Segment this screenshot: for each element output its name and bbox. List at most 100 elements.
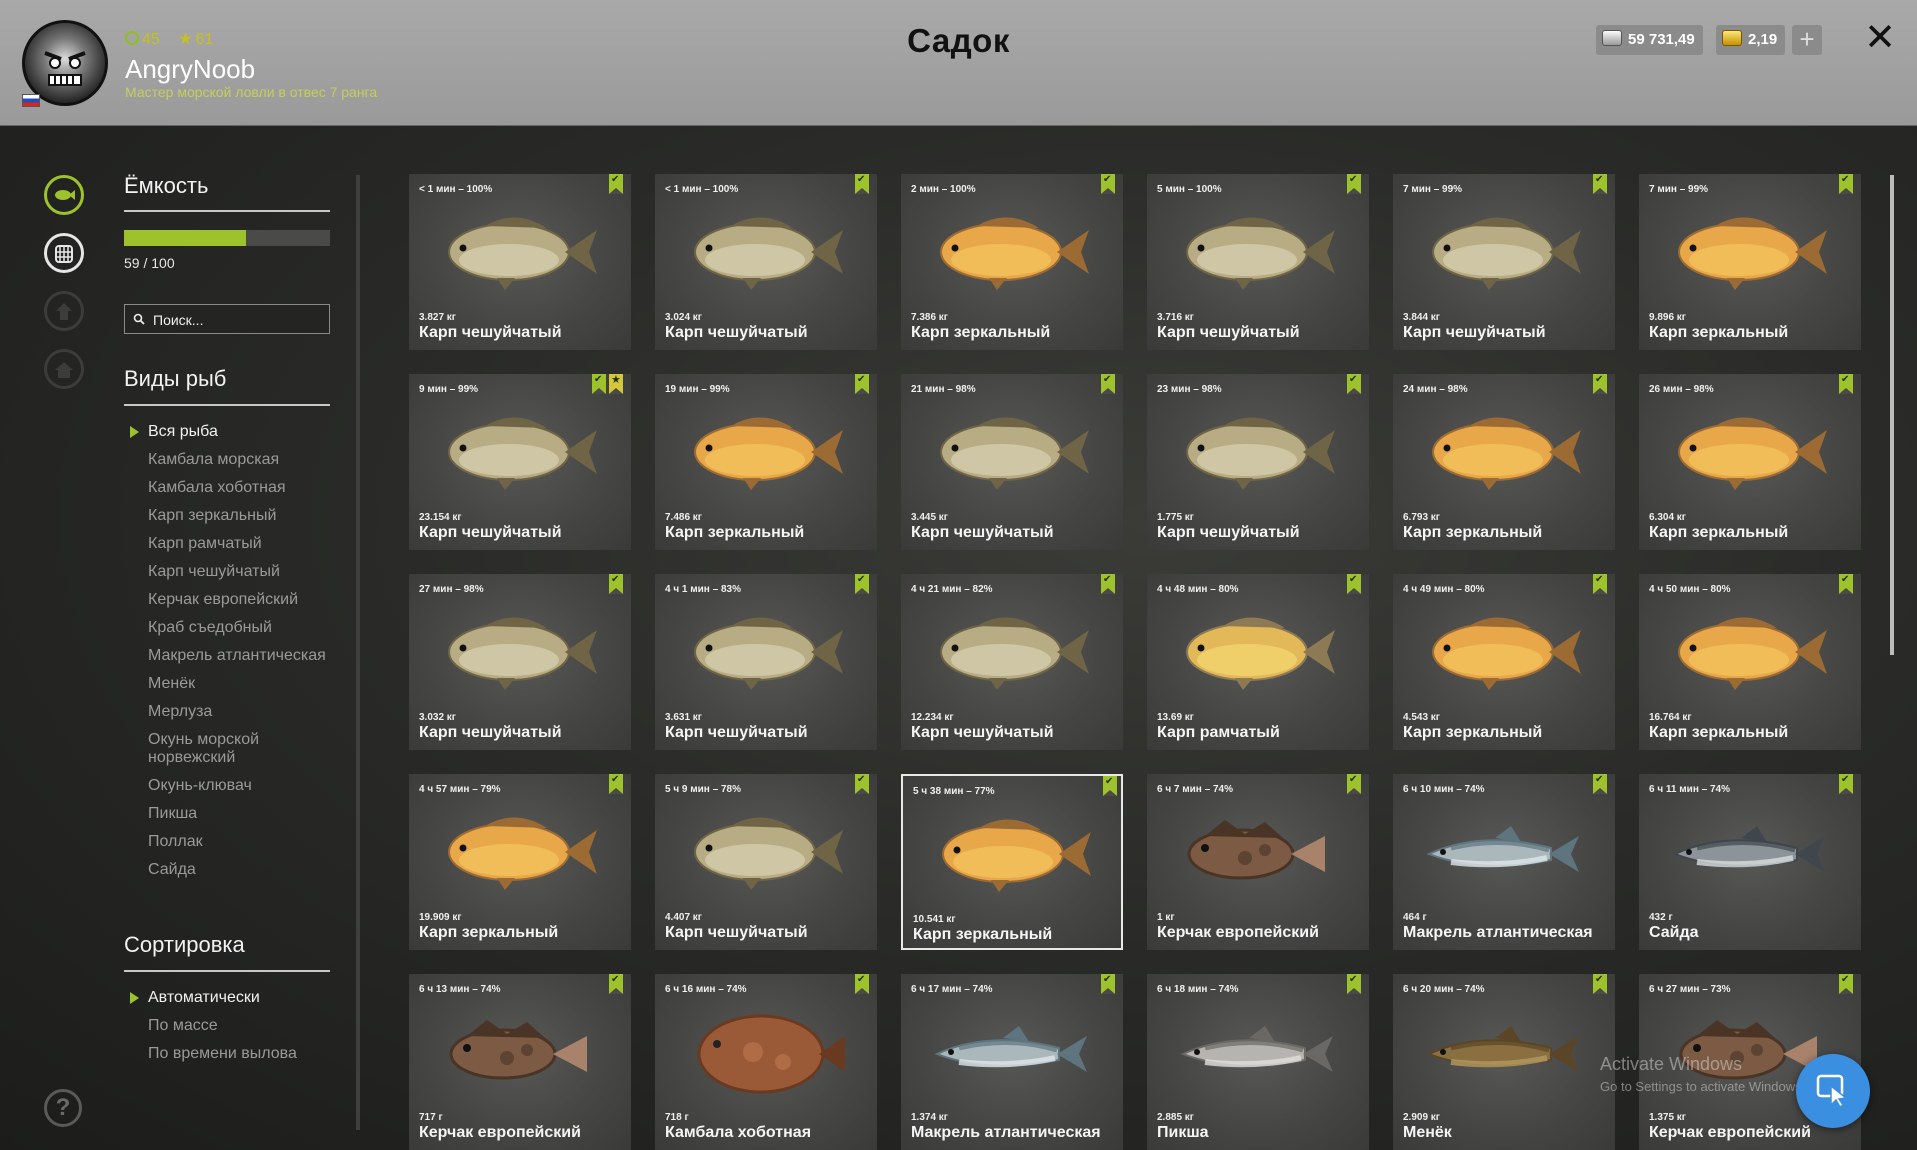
fish-card[interactable]: 23 мин – 98% ✔ 1.775 кг Карп чешуйчатый [1147, 374, 1369, 550]
fish-card[interactable]: 6 ч 17 мин – 74% ✔ 1.374 кг Макрель атланти… [901, 974, 1123, 1150]
bookmark-check-icon[interactable]: ✔ [609, 174, 623, 194]
bookmark-check-icon[interactable]: ✔ [1103, 776, 1117, 796]
tusk-fish-icon [1411, 1002, 1597, 1107]
search-field[interactable] [124, 304, 330, 334]
silver-amount: 59 731,49 [1628, 31, 1695, 48]
fish-card[interactable]: 6 ч 7 мин – 74% ✔ 1 кг Керчак европейский [1147, 774, 1369, 950]
fish-card[interactable]: 6 ч 13 мин – 74% ✔ 717 г Керчак европейский [409, 974, 631, 1150]
sort-option-item[interactable]: По времени вылова [148, 1045, 338, 1063]
fish-card[interactable]: 4 ч 21 мин – 82% ✔ 12.234 кг Карп чешуйчаты… [901, 574, 1123, 750]
add-currency-button[interactable]: + [1792, 25, 1822, 55]
species-filter-item[interactable]: Карп рамчатый [148, 535, 338, 553]
bookmark-check-icon[interactable]: ✔ [592, 374, 606, 394]
fish-card[interactable]: 4 ч 48 мин – 80% ✔ 13.69 кг Карп рамчатый [1147, 574, 1369, 750]
carp-scaled-fish-icon [919, 602, 1105, 707]
fish-card[interactable]: 4 ч 50 мин – 80% ✔ 16.764 кг Карп зеркальны… [1639, 574, 1861, 750]
bookmark-check-icon[interactable]: ✔ [1839, 374, 1853, 394]
bookmark-check-icon[interactable]: ✔ [609, 574, 623, 594]
tab-home[interactable] [44, 349, 84, 389]
bookmark-check-icon[interactable]: ✔ [1347, 374, 1361, 394]
fish-card[interactable]: 19 мин – 99% ✔ 7.486 кг Карп зеркальный [655, 374, 877, 550]
species-filter-item[interactable]: Сайда [148, 861, 338, 879]
bookmark-check-icon[interactable]: ✔ [1347, 174, 1361, 194]
bookmark-check-icon[interactable]: ✔ [1101, 374, 1115, 394]
species-filter-item[interactable]: Окунь морской норвежский [148, 731, 338, 767]
species-filter-item[interactable]: Окунь-клювач [148, 777, 338, 795]
fish-card[interactable]: 24 мин – 98% ✔ 6.793 кг Карп зеркальный [1393, 374, 1615, 550]
species-filter-item[interactable]: Камбала хоботная [148, 479, 338, 497]
species-filter-item[interactable]: Камбала морская [148, 451, 338, 469]
fish-card[interactable]: 6 ч 10 мин – 74% ✔ 464 г Макрель атлантичес… [1393, 774, 1615, 950]
bookmark-check-icon[interactable]: ✔ [609, 974, 623, 994]
bookmark-star-icon[interactable]: ★ [609, 374, 623, 394]
search-input[interactable] [151, 309, 325, 331]
fish-weight: 2.885 кг [1157, 1112, 1194, 1123]
bookmark-check-icon[interactable]: ✔ [1101, 574, 1115, 594]
tab-trophy[interactable] [44, 291, 84, 331]
fish-card[interactable]: 4 ч 1 мин – 83% ✔ 3.631 кг Карп чешуйчатый [655, 574, 877, 750]
bookmark-check-icon[interactable]: ✔ [1347, 774, 1361, 794]
species-filter-item[interactable]: Керчак европейский [148, 591, 338, 609]
species-filter-item[interactable]: Поллак [148, 833, 338, 851]
close-button[interactable]: ✕ [1862, 18, 1898, 58]
fish-card[interactable]: 6 ч 11 мин – 74% ✔ 432 г Сайда [1639, 774, 1861, 950]
fish-species-name: Пикша [1157, 1124, 1209, 1141]
bookmark-check-icon[interactable]: ✔ [1593, 574, 1607, 594]
fish-card[interactable]: 5 мин – 100% ✔ 3.716 кг Карп чешуйчатый [1147, 174, 1369, 350]
bookmark-check-icon[interactable]: ✔ [855, 974, 869, 994]
bookmark-check-icon[interactable]: ✔ [855, 374, 869, 394]
fish-card[interactable]: 27 мин – 98% ✔ 3.032 кг Карп чешуйчатый [409, 574, 631, 750]
fish-card[interactable]: 5 ч 38 мин – 77% ✔ 10.541 кг Карп зеркальны… [901, 774, 1123, 950]
bookmark-check-icon[interactable]: ✔ [1101, 974, 1115, 994]
species-filter-item[interactable]: Карп зеркальный [148, 507, 338, 525]
help-button[interactable]: ? [44, 1089, 82, 1127]
fish-card[interactable]: 2 мин – 100% ✔ 7.386 кг Карп зеркальный [901, 174, 1123, 350]
fish-card[interactable]: 26 мин – 98% ✔ 6.304 кг Карп зеркальный [1639, 374, 1861, 550]
grid-scrollbar[interactable] [1890, 175, 1894, 655]
bookmark-check-icon[interactable]: ✔ [855, 574, 869, 594]
fish-card[interactable]: 9 мин – 99% ✔ ★ 23.154 кг Карп чешуйчатый [409, 374, 631, 550]
fish-card[interactable]: 5 ч 9 мин – 78% ✔ 4.407 кг Карп чешуйчатый [655, 774, 877, 950]
bookmark-check-icon[interactable]: ✔ [1839, 774, 1853, 794]
bookmark-check-icon[interactable]: ✔ [1839, 974, 1853, 994]
bookmark-check-icon[interactable]: ✔ [1593, 974, 1607, 994]
fish-card[interactable]: 4 ч 57 мин – 79% ✔ 19.909 кг Карп зеркальны… [409, 774, 631, 950]
fish-card[interactable]: 4 ч 49 мин – 80% ✔ 4.543 кг Карп зеркальный [1393, 574, 1615, 750]
fish-card[interactable]: 7 мин – 99% ✔ 3.844 кг Карп чешуйчатый [1393, 174, 1615, 350]
fish-weight: 1.775 кг [1157, 512, 1194, 523]
species-filter-item[interactable]: Макрель атлантическая [148, 647, 338, 665]
fish-card[interactable]: 6 ч 18 мин – 74% ✔ 2.885 кг Пикша [1147, 974, 1369, 1150]
fish-card[interactable]: < 1 мин – 100% ✔ 3.827 кг Карп чешуйчатый [409, 174, 631, 350]
panel-scrollbar[interactable] [356, 175, 360, 1130]
fish-species-name: Карп чешуйчатый [419, 724, 562, 741]
species-filter-item[interactable]: Вся рыба [130, 423, 338, 441]
fish-card[interactable]: 7 мин – 99% ✔ 9.896 кг Карп зеркальный [1639, 174, 1861, 350]
fish-card[interactable]: 21 мин – 98% ✔ 3.445 кг Карп чешуйчатый [901, 374, 1123, 550]
bookmark-check-icon[interactable]: ✔ [1101, 174, 1115, 194]
bookmark-check-icon[interactable]: ✔ [1593, 174, 1607, 194]
fish-card[interactable]: 6 ч 20 мин – 74% ✔ 2.909 кг Менёк [1393, 974, 1615, 1150]
bookmark-check-icon[interactable]: ✔ [855, 174, 869, 194]
tab-fish[interactable] [44, 175, 84, 215]
fish-species-name: Карп чешуйчатый [665, 324, 808, 341]
screen-capture-button[interactable] [1796, 1054, 1870, 1128]
bookmark-check-icon[interactable]: ✔ [855, 774, 869, 794]
species-filter-item[interactable]: Карп чешуйчатый [148, 563, 338, 581]
species-filter-item[interactable]: Мерлуза [148, 703, 338, 721]
fish-card[interactable]: < 1 мин – 100% ✔ 3.024 кг Карп чешуйчатый [655, 174, 877, 350]
carp-mirror-fish-icon [427, 802, 613, 907]
fish-card[interactable]: 6 ч 16 мин – 74% ✔ 718 г Камбала хоботная [655, 974, 877, 1150]
bookmark-check-icon[interactable]: ✔ [1593, 374, 1607, 394]
bookmark-check-icon[interactable]: ✔ [609, 774, 623, 794]
species-filter-item[interactable]: Пикша [148, 805, 338, 823]
bookmark-check-icon[interactable]: ✔ [1839, 174, 1853, 194]
species-filter-item[interactable]: Менёк [148, 675, 338, 693]
bookmark-check-icon[interactable]: ✔ [1593, 774, 1607, 794]
sort-option-item[interactable]: Автоматически [130, 989, 338, 1007]
sort-option-item[interactable]: По массе [148, 1017, 338, 1035]
bookmark-check-icon[interactable]: ✔ [1839, 574, 1853, 594]
bookmark-check-icon[interactable]: ✔ [1347, 974, 1361, 994]
tab-keepnet[interactable] [44, 233, 84, 273]
bookmark-check-icon[interactable]: ✔ [1347, 574, 1361, 594]
species-filter-item[interactable]: Краб съедобный [148, 619, 338, 637]
